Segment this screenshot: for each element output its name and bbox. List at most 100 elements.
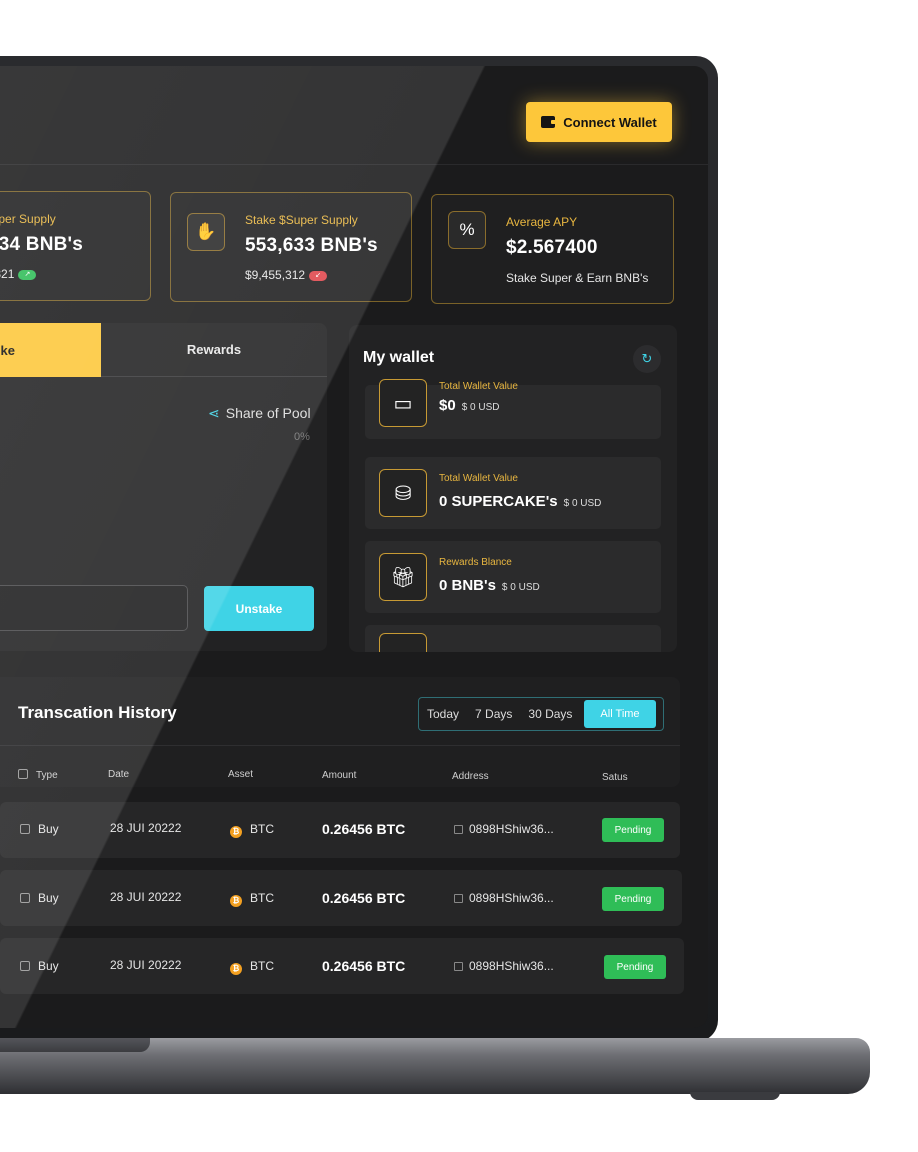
row-amount: 0.26456 BTC [322,890,406,906]
stat-value: 536,34 BNB's [0,234,84,255]
trend-down-icon: ↙ [309,270,328,281]
status-badge: Pending [604,955,666,979]
trend-up-icon: ↗ [18,269,37,280]
usd-text: $ 0 USD [461,402,500,413]
stat-value: $2.567400 [506,237,598,258]
asset-text: BTC [250,822,274,836]
row-checkbox[interactable] [20,961,30,971]
wallet-panel: My wallet ↻ ▭ Total Wallet Value $0 $ 0 U… [349,325,677,652]
col-type-label: Type [36,770,58,781]
header-divider [0,164,708,165]
connect-wallet-button[interactable]: Connect Wallet [526,102,672,142]
date-filter: Today 7 Days 30 Days All Time [418,697,664,731]
row-type: Buy [20,822,59,836]
value-text: $0 [439,397,456,414]
filter-30-days[interactable]: 30 Days [520,707,580,721]
laptop-hinge [0,1038,150,1052]
share-label: Share of Pool [225,405,311,421]
row-asset: ₿ BTC [230,822,274,838]
col-amount: Amount [322,770,357,781]
stat-sub: $9,455,312 ↙ [245,268,328,282]
type-text: Buy [38,891,59,905]
copy-icon[interactable] [454,825,463,834]
wallet-item: 🎁︎ Rewards Blance 0 BNB's $ 0 USD [365,541,661,613]
status-badge: Pending [602,818,664,842]
laptop-foot [690,1092,780,1100]
value-text: 0 BNB's [439,577,496,594]
table-row[interactable]: Buy 28 JUI 20222 ₿ BTC 0.26456 BTC 0898HS… [0,870,682,926]
stat-sub: Stake Super & Earn BNB's [506,271,649,285]
share-value: 0% [294,431,310,443]
row-asset: ₿ BTC [230,959,274,975]
row-type: Buy [20,959,59,973]
wallet-item: ⛁ Total Wallet Value 0 SUPERCAKE's $ 0 US… [365,457,661,529]
copy-icon[interactable] [454,962,463,971]
status-badge: Pending [602,887,664,911]
laptop-screen: Connect Wallet tal $Super Supply 536,34 … [0,66,708,1028]
asset-text: BTC [250,959,274,973]
refresh-icon[interactable]: ↻ [633,345,661,373]
filter-all-time[interactable]: All Time [584,700,656,728]
table-row[interactable]: Buy 28 JUI 20222 ₿ BTC 0.26456 BTC 0898HS… [0,938,684,994]
row-address: 0898HShiw36... [454,891,554,905]
row-checkbox[interactable] [20,893,30,903]
col-date: Date [108,769,130,780]
share-of-pool: ⋖ Share of Pool [208,405,311,422]
tab-stake[interactable]: ke [0,323,101,377]
row-date: 28 JUI 20222 [110,821,182,835]
wallet-icon [541,116,557,128]
address-text: 0898HShiw36... [469,959,554,973]
row-checkbox[interactable] [20,824,30,834]
usd-text: $ 0 USD [563,498,602,509]
wallet-item-label: Rewards Blance [439,557,512,568]
hand-coin-icon: ✋ [187,213,225,251]
wallet-item-value: 0 SUPERCAKE's $ 0 USD [439,493,601,510]
row-asset: ₿ BTC [230,891,274,907]
wallet-title: My wallet [363,349,435,366]
bitcoin-icon: ₿ [230,895,242,907]
unstake-button[interactable]: Unstake [204,586,314,631]
row-amount: 0.26456 BTC [322,821,406,837]
value-text: 0 SUPERCAKE's [439,493,558,510]
filter-today[interactable]: Today [419,707,467,721]
stat-label: Average APY [506,215,578,229]
stat-label: tal $Super Supply [0,212,56,226]
select-all-checkbox[interactable] [18,769,28,779]
row-date: 28 JUI 20222 [110,890,182,904]
stat-value: 553,633 BNB's [245,235,378,256]
share-icon: ⋖ [208,405,220,421]
stat-sub-value: 8,565,321 [0,267,15,281]
wallet-item-label: Total Wallet Value [439,473,518,484]
asset-text: BTC [250,891,274,905]
stake-amount-input[interactable] [0,585,188,631]
stat-card-average-apy: % Average APY $2.567400 Stake Super & Ea… [431,194,674,304]
table-row[interactable]: Buy 28 JUI 20222 ₿ BTC 0.26456 BTC 0898HS… [0,802,680,858]
history-header-panel: Transcation History Today 7 Days 30 Days… [0,677,680,787]
tab-rewards[interactable]: Rewards [101,323,327,377]
wallet-item-value: $0 $ 0 USD [439,397,499,414]
history-title: Transcation History [18,703,177,722]
wallet-icon: ▭ [379,379,427,427]
stat-label: Stake $Super Supply [245,213,358,227]
row-address: 0898HShiw36... [454,959,554,973]
divider [0,745,680,746]
filter-7-days[interactable]: 7 Days [467,707,520,721]
row-amount: 0.26456 BTC [322,958,406,974]
gift-icon: 🎁︎ [379,553,427,601]
row-date: 28 JUI 20222 [110,958,182,972]
usd-text: $ 0 USD [501,582,540,593]
row-address: 0898HShiw36... [454,822,554,836]
type-text: Buy [38,959,59,973]
stat-sub-value: $9,455,312 [245,268,306,282]
bitcoin-icon: ₿ [230,963,242,975]
col-address: Address [452,771,489,782]
col-type: Type [18,769,58,781]
stat-card-total-supply: tal $Super Supply 536,34 BNB's 8,565,321… [0,191,151,301]
bitcoin-icon: ₿ [230,826,242,838]
copy-icon[interactable] [454,894,463,903]
wallet-item-icon [379,633,427,652]
stat-sub: 8,565,321↗ [0,267,37,281]
wallet-item: ▭ Total Wallet Value $0 $ 0 USD [365,379,661,439]
type-text: Buy [38,822,59,836]
wallet-item-partial [365,625,661,652]
